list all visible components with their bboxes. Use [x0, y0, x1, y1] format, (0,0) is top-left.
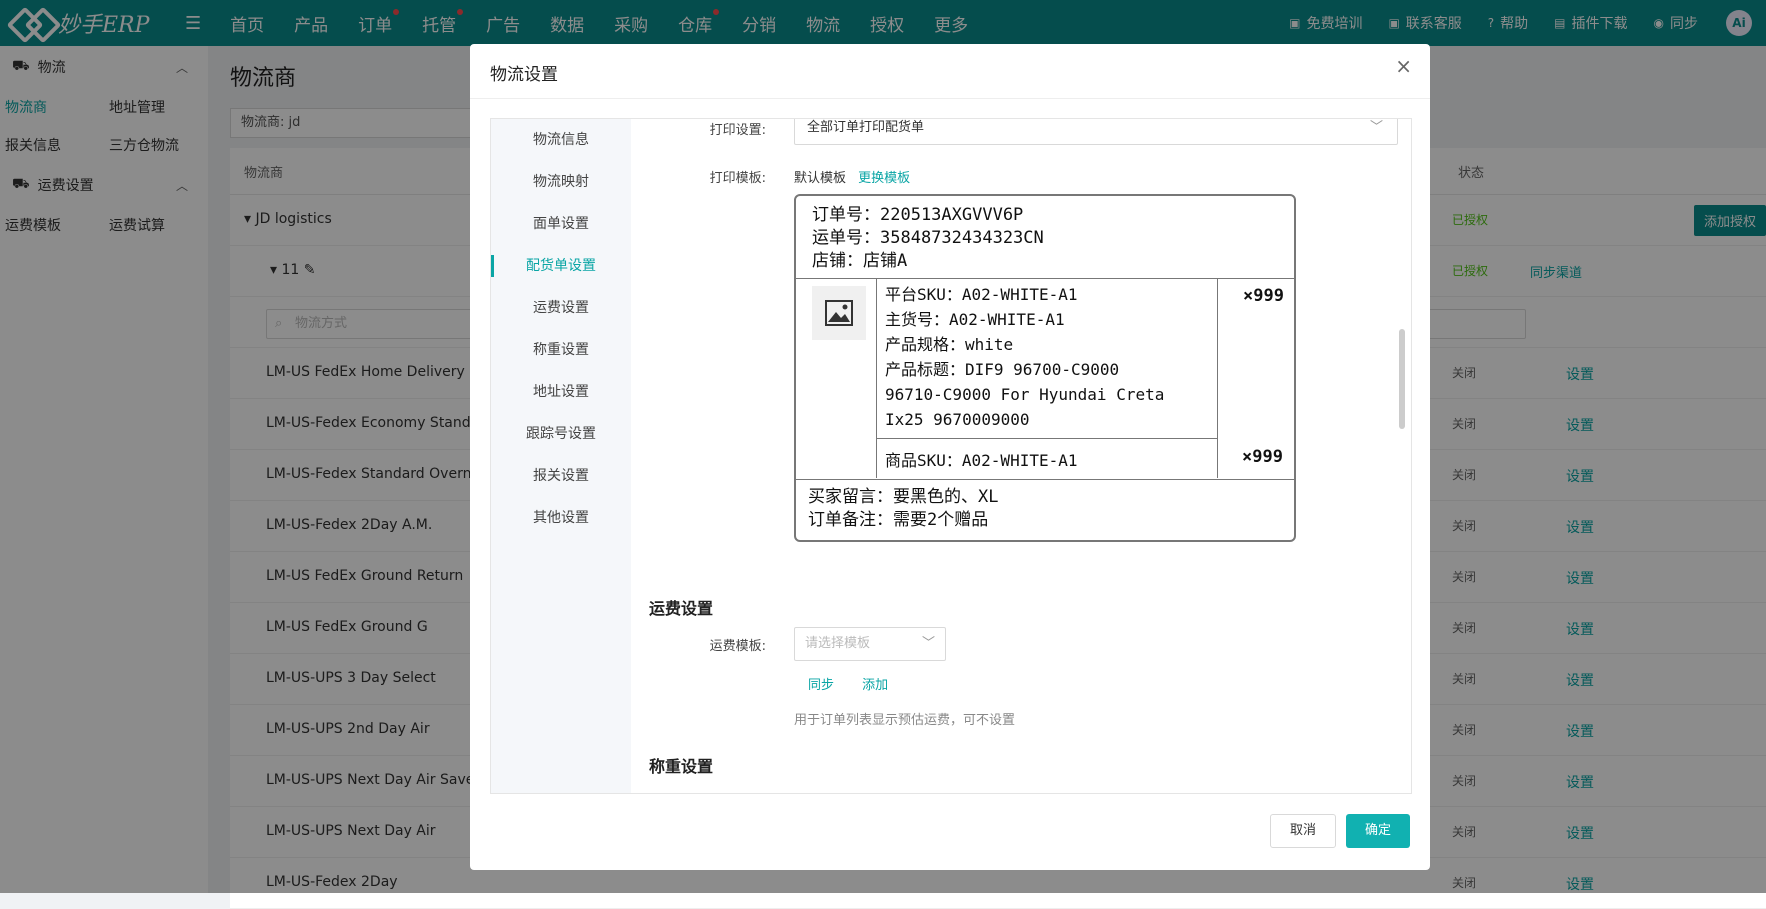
slip-sku-row: 商品SKU：A02-WHITE-A1 ×999 [877, 439, 1293, 478]
dialog-title: 物流设置 [490, 65, 558, 85]
settings-nav-item[interactable]: 物流映射 [491, 161, 631, 203]
settings-nav-item[interactable]: 物流信息 [491, 119, 631, 161]
sku-quantity: ×999 [1242, 447, 1283, 467]
settings-nav-item[interactable]: 配货单设置 [491, 245, 631, 287]
shop-name: 店铺：店铺A [812, 251, 908, 271]
sync-template-link[interactable]: 同步 [808, 678, 834, 693]
packing-slip-preview: 订单号：220513AXGVVV6P 运单号：35848732434323CN … [794, 194, 1296, 542]
platform-sku: 平台SKU：A02-WHITE-A1 [885, 285, 1078, 304]
settings-nav-item[interactable]: 跟踪号设置 [491, 413, 631, 455]
order-note: 订单备注：需要2个赠品 [808, 510, 989, 530]
fee-template-label: 运费模板: [709, 639, 766, 654]
product-spec: 产品规格：white [885, 335, 1014, 354]
slip-item: 平台SKU：A02-WHITE-A1 主货号：A02-WHITE-A1 产品规格… [796, 278, 1294, 478]
fee-section-title: 运费设置 [649, 599, 714, 618]
slip-footer: 买家留言：要黑色的、XL 订单备注：需要2个赠品 [796, 479, 1294, 540]
item-quantity: ×999 [1243, 286, 1284, 306]
settings-nav-item[interactable]: 运费设置 [491, 287, 631, 329]
print-setting-label: 打印设置: [709, 123, 766, 138]
close-icon[interactable]: × [1395, 54, 1412, 78]
product-sku: 商品SKU：A02-WHITE-A1 [885, 451, 1078, 470]
fee-hint: 用于订单列表显示预估运费，可不设置 [794, 713, 1016, 728]
buyer-message: 买家留言：要黑色的、XL [808, 487, 999, 507]
settings-nav: 物流信息 物流映射 面单设置 配货单设置 运费设置 称重设置 地址设置 跟踪号设置 报关设置 其他… [491, 119, 631, 793]
product-title-3: Ix25 9670009000 [885, 410, 1030, 429]
settings-nav-item[interactable]: 报关设置 [491, 455, 631, 497]
slip-header: 订单号：220513AXGVVV6P 运单号：35848732434323CN … [796, 196, 1294, 279]
slip-item-info: 平台SKU：A02-WHITE-A1 主货号：A02-WHITE-A1 产品规格… [877, 278, 1218, 439]
settings-nav-item[interactable]: 其他设置 [491, 497, 631, 539]
fee-links: 同步 添加 [808, 674, 912, 693]
settings-content: 打印设置: 全部订单打印配货单 ﹀ 打印模板: 默认模板 更换模板 订单号：22… [631, 119, 1411, 793]
default-template: 默认模板 [794, 171, 847, 186]
order-number: 订单号：220513AXGVVV6P [812, 205, 1024, 225]
print-template-label: 打印模板: [709, 171, 766, 186]
divider [470, 98, 1430, 99]
settings-nav-item[interactable]: 面单设置 [491, 203, 631, 245]
template-row: 默认模板 更换模板 [794, 167, 910, 186]
product-title-2: 96710-C9000 For Hyundai Creta [885, 385, 1165, 404]
weigh-section-title: 称重设置 [649, 757, 714, 776]
scrollbar[interactable] [1399, 329, 1405, 429]
confirm-button[interactable]: 确定 [1346, 814, 1410, 848]
settings-nav-item[interactable]: 地址设置 [491, 371, 631, 413]
dialog-body: 物流信息 物流映射 面单设置 配货单设置 运费设置 称重设置 地址设置 跟踪号设置 报关设置 其他… [490, 118, 1412, 794]
image-placeholder-icon [812, 286, 866, 340]
settings-nav-item[interactable]: 称重设置 [491, 329, 631, 371]
slip-image-cell [796, 278, 877, 478]
chevron-down-icon: ﹀ [921, 636, 935, 651]
logistics-settings-dialog: 物流设置 × 物流信息 物流映射 面单设置 配货单设置 运费设置 称重设置 地址设置 跟踪号设… [470, 44, 1430, 870]
chevron-down-icon: ﹀ [1369, 120, 1383, 135]
product-title-1: 产品标题：DIF9 96700-C9000 [885, 360, 1120, 379]
waybill-number: 运单号：35848732434323CN [812, 228, 1044, 248]
change-template-link[interactable]: 更换模板 [858, 171, 910, 186]
fee-template-select[interactable]: 请选择模板 ﹀ [794, 627, 946, 661]
main-item-no: 主货号：A02-WHITE-A1 [885, 310, 1065, 329]
print-setting-select[interactable]: 全部订单打印配货单 ﹀ [794, 119, 1398, 145]
cancel-button[interactable]: 取消 [1270, 814, 1336, 848]
add-template-link[interactable]: 添加 [862, 678, 888, 693]
